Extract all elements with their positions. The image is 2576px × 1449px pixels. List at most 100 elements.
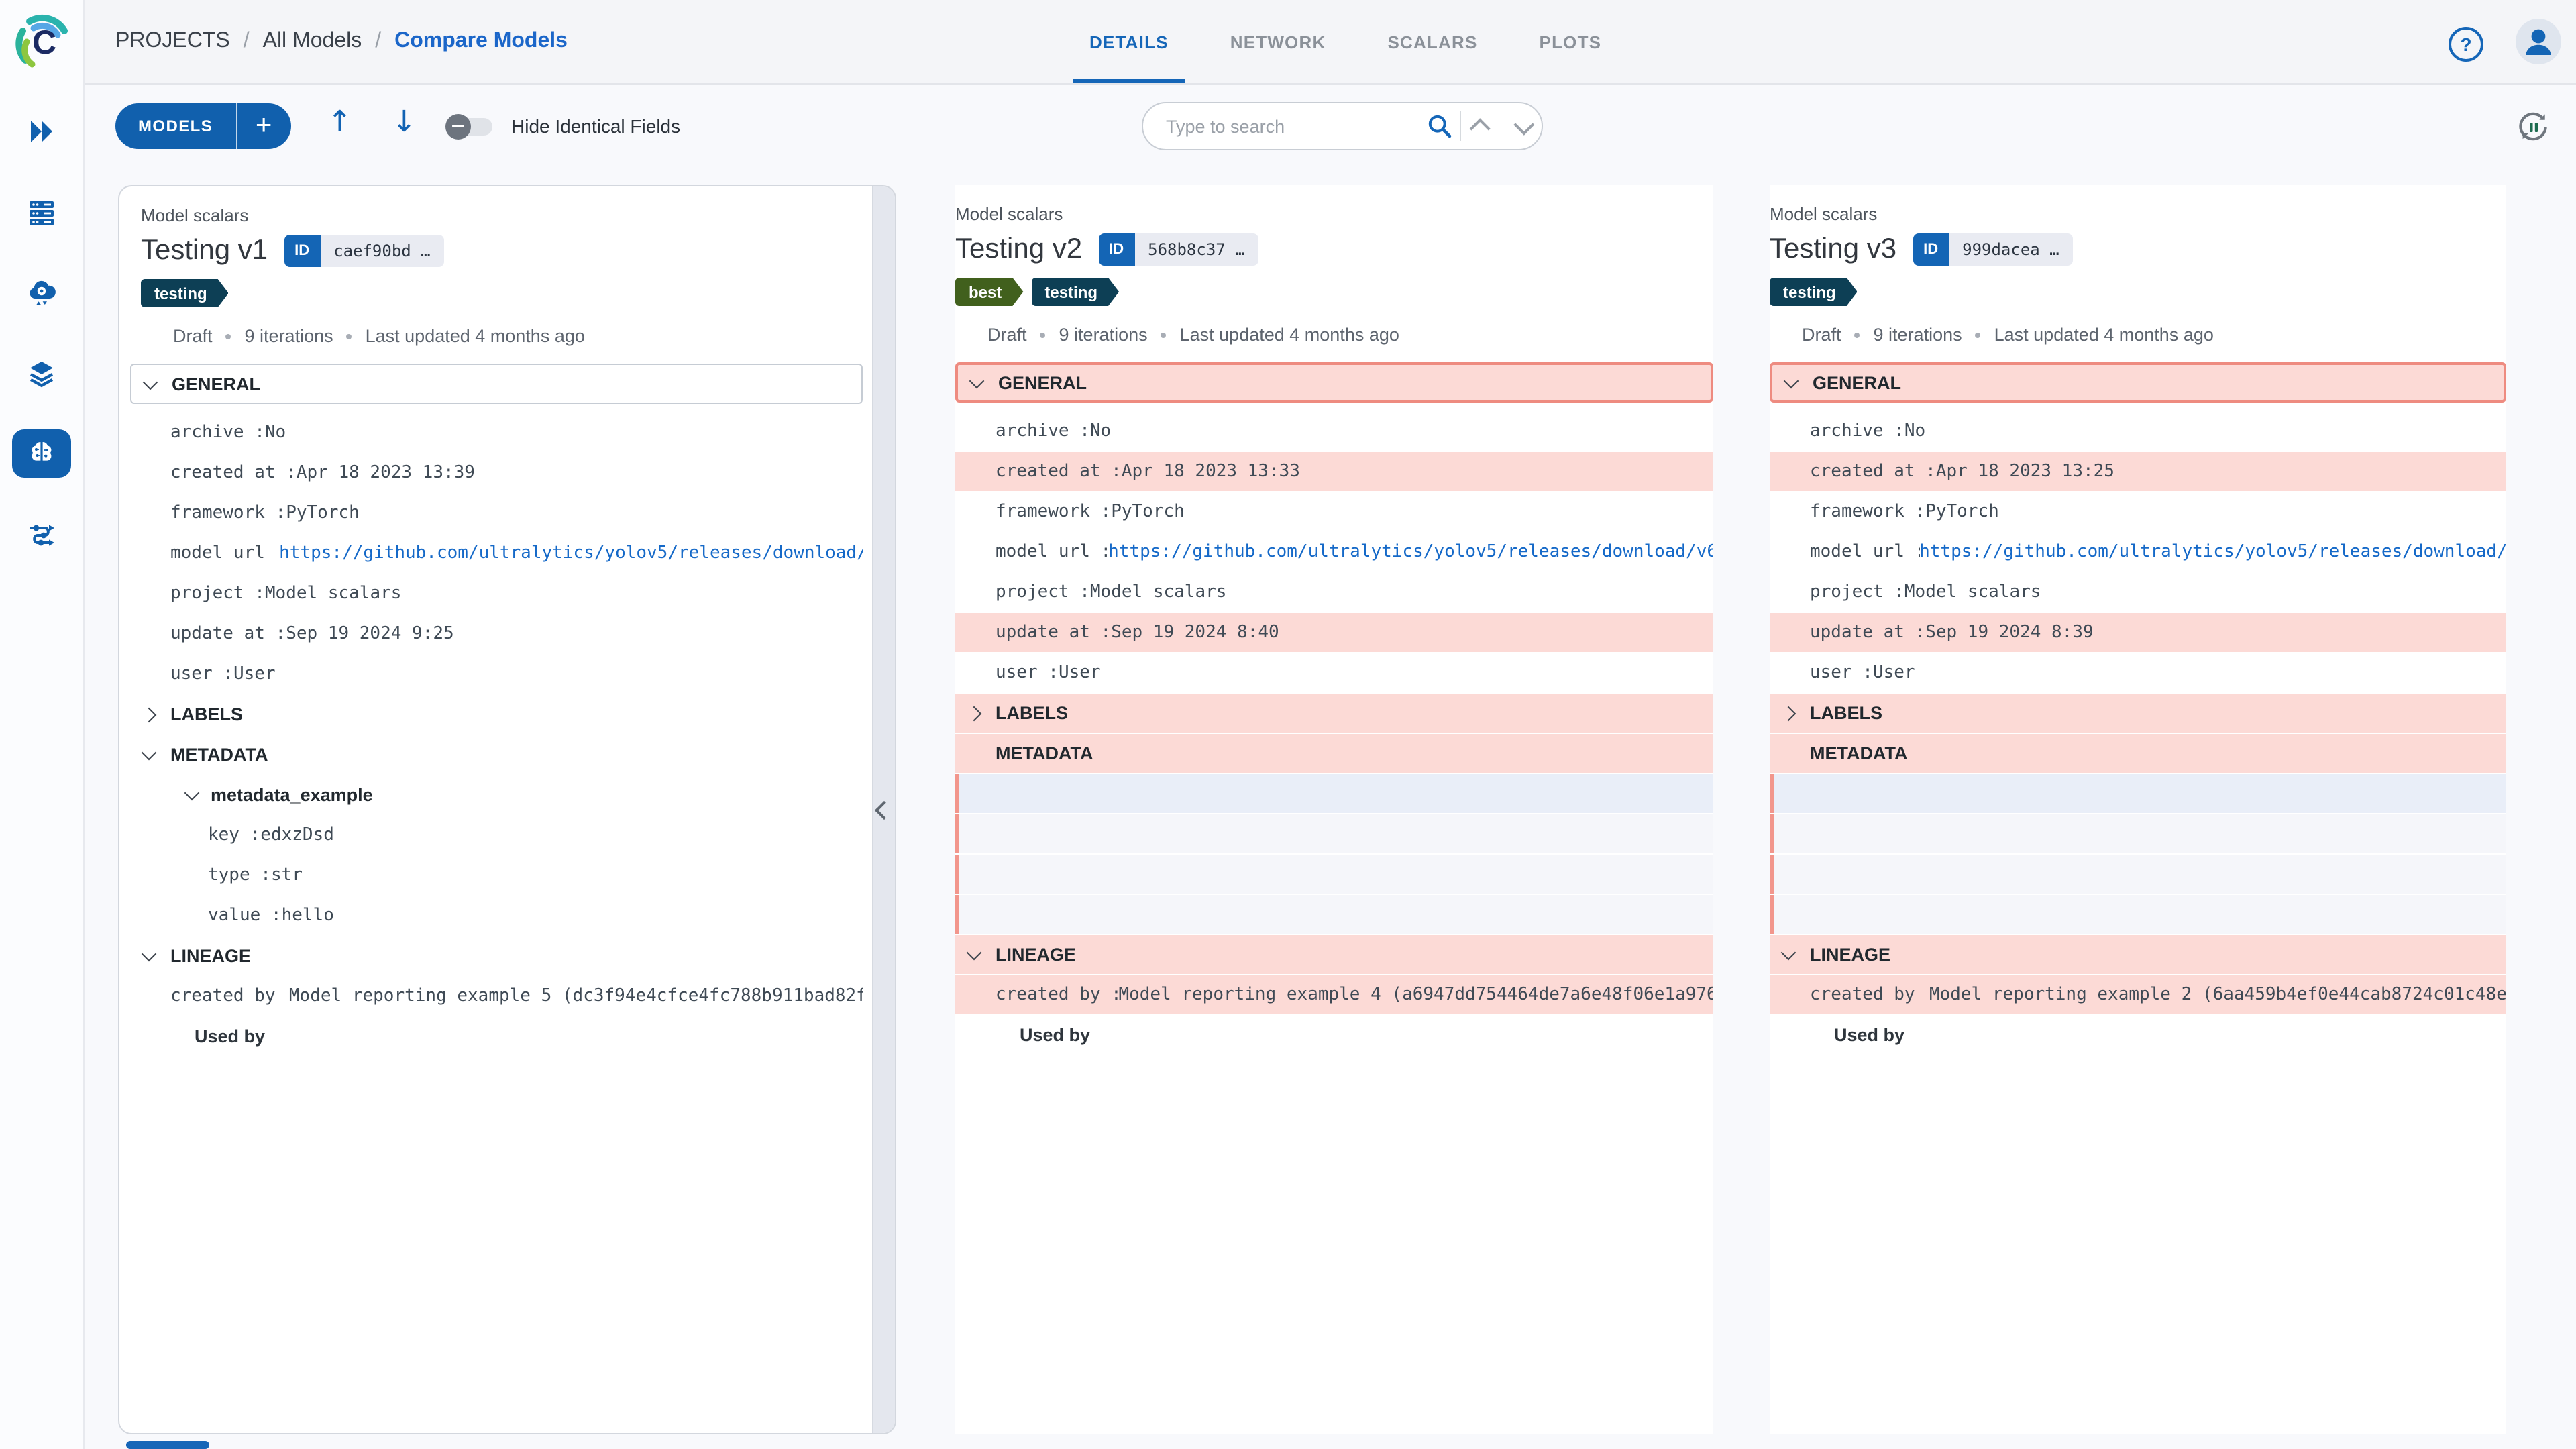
chevron-down-icon [1513, 113, 1534, 135]
status-updated: Last updated 4 months ago [1994, 325, 2214, 345]
scroll-down-button[interactable]: ↓ [384, 105, 425, 141]
chevron-down-icon[interactable] [141, 946, 170, 962]
toggle-track[interactable] [445, 113, 492, 139]
tab-scalars[interactable]: SCALARS [1387, 0, 1477, 83]
section-labels[interactable]: LABELS [1770, 694, 2506, 733]
breadcrumb-compare-models: Compare Models [394, 30, 568, 52]
model-url-link[interactable]: https://github.com/ultralytics/yolov5/re… [279, 543, 863, 564]
section-general[interactable]: GENERAL [955, 362, 1713, 402]
search-input[interactable] [1143, 116, 1419, 136]
model-header: Model scalars Testing v3 ID 999dacea … testi… [1770, 185, 2506, 345]
avatar[interactable] [2516, 19, 2561, 64]
breadcrumb-all-models[interactable]: All Models [263, 30, 362, 54]
section-metadata[interactable]: METADATA [1770, 734, 2506, 773]
breadcrumb: PROJECTS / All Models / Compare Models [115, 0, 568, 83]
model-url-link[interactable]: https://github.com/ultralytics/yolov5/re… [1108, 542, 1713, 562]
model-tag-best: best [955, 278, 1023, 306]
sidebar-item-model-registry[interactable] [12, 429, 71, 478]
status-dot [1975, 332, 1981, 337]
chevron-down-icon[interactable] [141, 745, 170, 761]
id-value: caef90bd … [320, 235, 444, 267]
toggle-knob[interactable] [445, 113, 471, 139]
lineage-used-by: Used by [1020, 1025, 1091, 1045]
section-labels[interactable]: LABELS [130, 695, 863, 734]
tab-details[interactable]: DETAILS [1073, 0, 1185, 83]
model-url-link[interactable]: https://github.com/ultralytics/yolov5/re… [1919, 542, 2506, 562]
empty-diff-row [955, 774, 1713, 813]
model-title: Testing v3 [1770, 233, 1897, 264]
model-title: Testing v2 [955, 233, 1083, 264]
help-icon[interactable]: ? [2449, 27, 2483, 62]
chevron-right-icon[interactable] [1780, 705, 1810, 721]
field-archive: archive : No [170, 423, 286, 443]
auto-refresh-button[interactable] [2514, 109, 2552, 146]
model-id-badge[interactable]: ID caef90bd … [284, 235, 444, 267]
model-tags: best testing [955, 278, 1713, 306]
status-state: Draft [173, 326, 213, 346]
status-state: Draft [1802, 325, 1841, 345]
cloud-gear-icon [30, 280, 56, 305]
model-id-badge[interactable]: ID 999dacea … [1913, 233, 2073, 266]
section-metadata[interactable]: METADATA [130, 735, 863, 774]
search-next-button[interactable] [1501, 103, 1542, 149]
status-iterations: 9 iterations [244, 326, 333, 346]
user-icon [2526, 29, 2551, 55]
svg-text:C: C [32, 23, 56, 61]
chevron-right-icon[interactable] [141, 706, 170, 722]
collapse-panel-button[interactable] [872, 186, 895, 1433]
status-iterations: 9 iterations [1059, 325, 1148, 345]
metadata-group-metadata-example[interactable]: metadata_example [130, 775, 863, 814]
hide-identical-toggle[interactable]: Hide Identical Fields [445, 113, 681, 139]
chevron-down-icon[interactable] [1780, 945, 1810, 961]
field-model-url: model url : https://github.com/ultralyti… [996, 542, 1713, 562]
chevron-down-icon[interactable] [969, 372, 998, 388]
tab-network[interactable]: NETWORK [1230, 0, 1326, 83]
search-prev-button[interactable] [1461, 103, 1501, 149]
sidebar-item-experiments[interactable] [12, 188, 71, 236]
refresh-pause-icon [2519, 112, 2547, 141]
field-user: user : User [996, 663, 1101, 683]
id-label: ID [1913, 233, 1949, 266]
breadcrumb-projects[interactable]: PROJECTS [115, 30, 230, 54]
chevron-right-icon[interactable] [966, 705, 996, 721]
add-model-button[interactable]: + [237, 103, 290, 149]
section-general[interactable]: GENERAL [1770, 362, 2506, 402]
chevron-down-icon[interactable] [142, 374, 172, 390]
section-labels[interactable]: LABELS [955, 694, 1713, 733]
search-icon[interactable] [1419, 113, 1460, 140]
status-dot [1161, 332, 1167, 337]
model-title: Testing v1 [141, 235, 268, 266]
scroll-up-button[interactable]: ↑ [319, 105, 360, 141]
sidebar-item-deployments[interactable] [12, 268, 71, 317]
sidebar-item-expand[interactable] [12, 107, 71, 156]
section-general[interactable]: GENERAL [130, 364, 863, 404]
sidebar-item-pipelines[interactable] [12, 510, 71, 558]
field-project: project : Model scalars [1810, 582, 2041, 602]
model-header: Model scalars Testing v2 ID 568b8c37 … best t… [955, 185, 1713, 345]
field-model-url: model url : https://github.com/ultralyti… [170, 543, 863, 564]
section-lineage[interactable]: LINEAGE [1770, 935, 2506, 974]
chevron-down-icon[interactable] [1783, 372, 1813, 388]
model-card-content: Model scalars Testing v1 ID caef90bd … testi… [119, 186, 871, 1056]
field-project: project : Model scalars [996, 582, 1227, 602]
id-label: ID [284, 235, 321, 267]
models-button[interactable]: MODELS [115, 103, 237, 149]
hide-identical-label: Hide Identical Fields [511, 115, 681, 137]
id-value: 568b8c37 … [1134, 233, 1258, 266]
model-card-content: Model scalars Testing v2 ID 568b8c37 … best t… [955, 185, 1713, 1055]
model-tag-testing: testing [141, 279, 229, 307]
section-lineage[interactable]: LINEAGE [130, 936, 863, 975]
model-id-badge[interactable]: ID 568b8c37 … [1098, 233, 1258, 266]
chevron-down-icon[interactable] [966, 945, 996, 961]
section-lineage[interactable]: LINEAGE [955, 935, 1713, 974]
section-metadata[interactable]: METADATA [955, 734, 1713, 773]
field-archive: archive : No [996, 421, 1112, 441]
chevron-down-icon[interactable] [184, 785, 211, 801]
model-project-label: Model scalars [955, 204, 1063, 224]
model-title-row: Testing v1 ID caef90bd … [141, 235, 871, 267]
tab-plots[interactable]: PLOTS [1540, 0, 1602, 83]
comet-logo-icon[interactable]: C [13, 12, 72, 71]
sidebar-item-datasets[interactable] [12, 349, 71, 397]
horizontal-scrollbar[interactable] [126, 1441, 209, 1449]
id-label: ID [1098, 233, 1135, 266]
